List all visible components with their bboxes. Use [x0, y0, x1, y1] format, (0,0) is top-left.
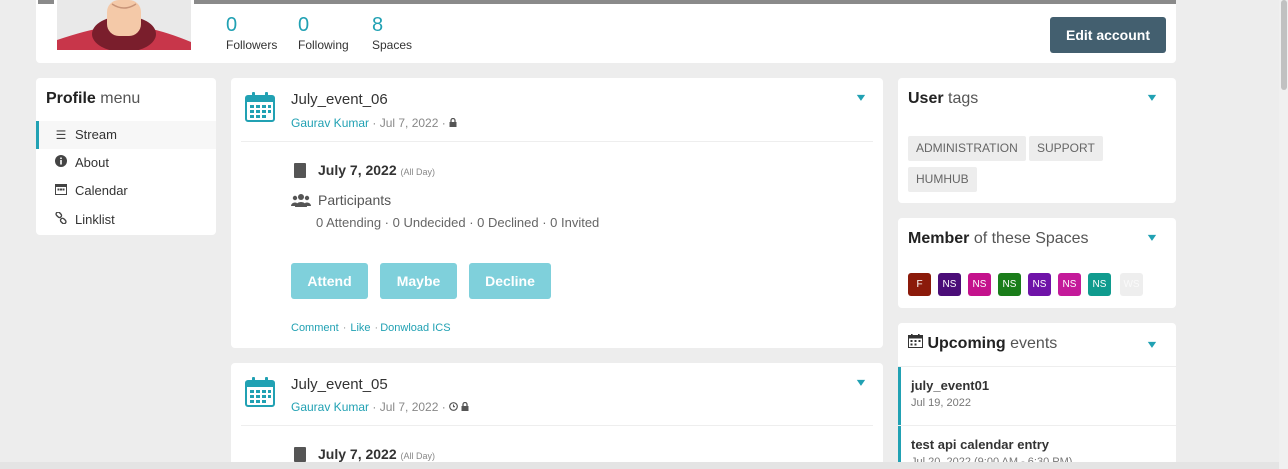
event-date: Jul 19, 2022	[911, 397, 971, 409]
event-title: july_event01	[911, 378, 990, 393]
followers-label: Followers	[226, 38, 278, 52]
stream-entry: July_event_05 Gaurav Kumar · Jul 7, 2022…	[231, 363, 883, 469]
menu-item-calendar[interactable]: Calendar	[36, 177, 216, 205]
author-link[interactable]: Gaurav Kumar	[291, 400, 369, 414]
chevron-down-icon[interactable]: ▾	[857, 375, 865, 389]
document-icon	[294, 163, 306, 178]
clock-icon	[449, 400, 458, 414]
tag-support[interactable]: SUPPORT	[1029, 136, 1103, 161]
participants-title: Participants	[318, 192, 392, 208]
author-link[interactable]: Gaurav Kumar	[291, 116, 369, 130]
chevron-down-icon[interactable]: ▾	[1148, 337, 1156, 351]
decline-button[interactable]: Decline	[469, 263, 551, 299]
profile-banner	[194, 0, 1176, 4]
chevron-down-icon[interactable]: ▾	[857, 90, 865, 104]
event-title: test api calendar entry	[911, 437, 1049, 452]
profile-menu: Profile menu ☰ Stream About Calendar Link…	[36, 78, 216, 235]
space-avatar[interactable]: WS	[1120, 273, 1143, 296]
following-count: 0	[298, 14, 310, 36]
entry-date: · Jul 7, 2022 ·	[369, 400, 450, 414]
user-tags-panel: User tags ▾ ADMINISTRATION SUPPORT HUMHU…	[898, 78, 1176, 203]
menu-item-stream[interactable]: ☰ Stream	[36, 121, 216, 149]
event-date: July 7, 2022 (All Day)	[318, 162, 436, 178]
menu-item-linklist[interactable]: Linklist	[36, 206, 216, 234]
spaces-count: 8	[372, 14, 384, 36]
download-ics-link[interactable]: Donwload ICS	[380, 322, 450, 334]
event-date: July 7, 2022 (All Day)	[318, 446, 436, 462]
maybe-button[interactable]: Maybe	[380, 263, 457, 299]
profile-header: 0 Followers 0 Following 8 Spaces Edit ac…	[36, 0, 1176, 63]
upcoming-event-item[interactable]: july_event01 Jul 19, 2022	[898, 367, 1176, 425]
tag-administration[interactable]: ADMINISTRATION	[908, 136, 1026, 161]
menu-item-label: About	[75, 155, 109, 170]
chevron-down-icon[interactable]: ▾	[1148, 90, 1156, 104]
stream-entry: July_event_06 Gaurav Kumar · Jul 7, 2022…	[231, 78, 883, 348]
user-tags-title: User tags	[908, 90, 979, 107]
upcoming-events-panel: Upcoming events ▾ july_event01 Jul 19, 2…	[898, 323, 1176, 469]
menu-item-label: Calendar	[75, 183, 128, 198]
space-avatar[interactable]: F	[908, 273, 931, 296]
space-avatar[interactable]: NS	[998, 273, 1021, 296]
info-icon	[54, 149, 68, 177]
menu-item-label: Stream	[75, 127, 117, 142]
space-avatar[interactable]: NS	[1028, 273, 1051, 296]
member-spaces-title: Member of these Spaces	[908, 230, 1089, 247]
following-stat[interactable]: 0 Following	[298, 14, 349, 52]
like-link[interactable]: Like	[350, 322, 370, 334]
edit-account-button[interactable]: Edit account	[1050, 17, 1166, 53]
calendar-icon	[908, 334, 923, 352]
entry-title[interactable]: July_event_06	[291, 91, 388, 108]
entry-actions: Comment · Like · Donwload ICS	[291, 322, 451, 334]
upcoming-events-title: Upcoming events	[908, 334, 1057, 353]
comment-link[interactable]: Comment	[291, 322, 339, 334]
divider	[241, 141, 873, 142]
spaces-stat[interactable]: 8 Spaces	[372, 14, 412, 52]
all-day-label: (All Day)	[400, 451, 436, 461]
followers-count: 0	[226, 14, 238, 36]
entry-title[interactable]: July_event_05	[291, 376, 388, 393]
chevron-down-icon[interactable]: ▾	[1148, 230, 1156, 244]
attend-button[interactable]: Attend	[291, 263, 368, 299]
profile-menu-title: Profile menu	[46, 90, 141, 107]
bars-icon: ☰	[55, 128, 67, 142]
avatar[interactable]	[57, 0, 191, 50]
calendar-event-icon	[245, 377, 275, 407]
bottom-overlay	[0, 462, 1288, 469]
space-avatar[interactable]: NS	[968, 273, 991, 296]
following-label: Following	[298, 38, 349, 52]
spaces-label: Spaces	[372, 38, 413, 52]
calendar-icon	[54, 177, 68, 205]
all-day-label: (All Day)	[400, 167, 436, 177]
divider	[241, 425, 873, 426]
calendar-event-icon	[245, 92, 275, 122]
banner-edge	[38, 0, 54, 4]
space-avatar[interactable]: NS	[938, 273, 961, 296]
menu-item-about[interactable]: About	[36, 149, 216, 177]
member-spaces-panel: Member of these Spaces ▾ F NS NS NS NS N…	[898, 218, 1176, 308]
space-avatar[interactable]: NS	[1058, 273, 1081, 296]
document-icon	[294, 447, 306, 462]
tag-humhub[interactable]: HUMHUB	[908, 167, 977, 192]
participants-icon	[291, 193, 311, 212]
menu-item-label: Linklist	[75, 212, 115, 227]
followers-stat[interactable]: 0 Followers	[226, 14, 277, 52]
lock-icon	[449, 116, 457, 130]
link-icon	[54, 206, 68, 234]
scrollbar-thumb[interactable]	[1281, 0, 1287, 90]
entry-meta: Gaurav Kumar · Jul 7, 2022 ·	[291, 116, 457, 130]
lock-icon	[461, 400, 469, 414]
space-avatar[interactable]: NS	[1088, 273, 1111, 296]
entry-date: · Jul 7, 2022 ·	[369, 116, 450, 130]
participants-stats[interactable]: 0 Attending · 0 Undecided · 0 Declined ·…	[316, 215, 599, 230]
entry-meta: Gaurav Kumar · Jul 7, 2022 ·	[291, 400, 469, 414]
